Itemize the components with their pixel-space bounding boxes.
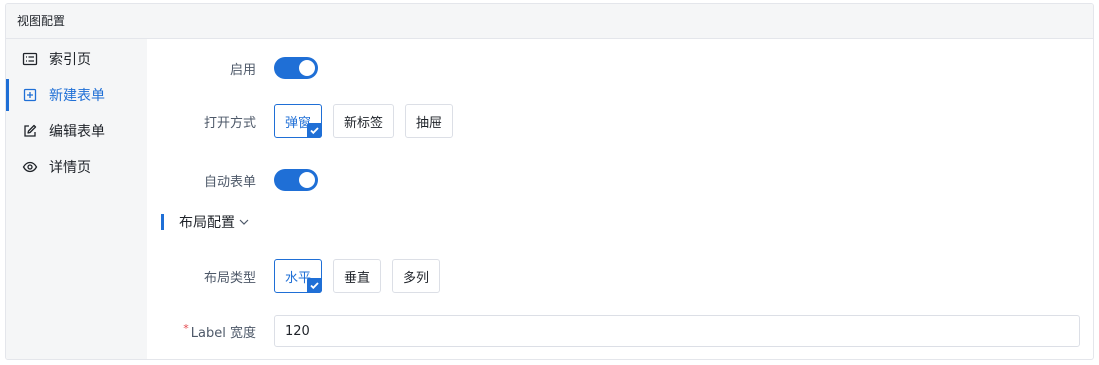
panel-title: 视图配置 — [6, 4, 1093, 39]
chevron-down-icon — [238, 216, 250, 228]
layout-section-header[interactable]: 布局配置 — [161, 212, 250, 232]
enable-row: 启用 — [147, 57, 1093, 79]
option-label: 新标签 — [344, 115, 384, 131]
layout-type-label: 布局类型 — [203, 270, 256, 286]
option-label: 抽屉 — [416, 115, 443, 131]
label-width-row: * Label 宽度 — [147, 315, 1093, 347]
layout-type-option-multi-column[interactable]: 多列 — [392, 259, 441, 293]
label-width-text: Label 宽度 — [190, 325, 256, 341]
sidebar-item-label: 新建表单 — [49, 88, 105, 104]
auto-form-control — [274, 169, 318, 191]
option-label: 多列 — [403, 270, 430, 286]
auto-form-row: 自动表单 — [147, 169, 1093, 191]
layout-type-option-horizontal[interactable]: 水平 — [274, 259, 323, 293]
panel-body: 索引页 新建表单 编辑表单 详情页 启用 打开方式 弹窗 新标签 抽屉 自动表单… — [6, 39, 1093, 359]
list-icon — [22, 51, 38, 67]
view-config-panel: 视图配置 索引页 新建表单 编辑表单 详情页 启用 打开方式 弹窗 新标签 抽屉… — [5, 3, 1094, 360]
eye-icon — [22, 159, 38, 175]
open-mode-row: 打开方式 弹窗 新标签 抽屉 — [147, 104, 1093, 138]
plus-square-icon — [22, 87, 38, 103]
enable-switch[interactable] — [274, 57, 318, 79]
sidebar-item-label: 详情页 — [49, 160, 91, 176]
config-form: 启用 打开方式 弹窗 新标签 抽屉 自动表单 布局配置 布局类型 水平 垂直 多… — [147, 39, 1093, 359]
sidebar-item-label: 编辑表单 — [49, 124, 105, 140]
enable-label: 启用 — [229, 62, 256, 78]
auto-form-label: 自动表单 — [203, 174, 256, 190]
sidebar-item-index[interactable]: 索引页 — [6, 41, 147, 77]
sidebar-item-detail[interactable]: 详情页 — [6, 149, 147, 185]
open-mode-options: 弹窗 新标签 抽屉 — [274, 104, 464, 138]
label-width-input[interactable] — [274, 315, 1080, 347]
open-mode-option-new-tab[interactable]: 新标签 — [333, 104, 395, 138]
layout-type-option-vertical[interactable]: 垂直 — [333, 259, 382, 293]
open-mode-option-drawer[interactable]: 抽屉 — [405, 104, 454, 138]
section-accent-bar — [161, 214, 164, 230]
switch-knob — [299, 172, 315, 188]
open-mode-label: 打开方式 — [203, 115, 256, 131]
sidebar: 索引页 新建表单 编辑表单 详情页 — [6, 39, 147, 359]
label-width-label: * Label 宽度 — [147, 322, 256, 341]
layout-type-options: 水平 垂直 多列 — [274, 259, 451, 293]
section-title: 布局配置 — [179, 215, 235, 231]
auto-form-switch[interactable] — [274, 169, 318, 191]
enable-control — [274, 57, 318, 79]
layout-type-row: 布局类型 水平 垂直 多列 — [147, 259, 1093, 293]
check-icon — [307, 278, 323, 293]
edit-icon — [22, 123, 38, 139]
sidebar-item-label: 索引页 — [49, 52, 91, 68]
check-icon — [307, 123, 323, 138]
sidebar-item-new-form[interactable]: 新建表单 — [6, 77, 147, 113]
sidebar-item-edit-form[interactable]: 编辑表单 — [6, 113, 147, 149]
open-mode-option-modal[interactable]: 弹窗 — [274, 104, 323, 138]
option-label: 垂直 — [344, 270, 371, 286]
required-mark: * — [183, 321, 189, 335]
switch-knob — [299, 60, 315, 76]
